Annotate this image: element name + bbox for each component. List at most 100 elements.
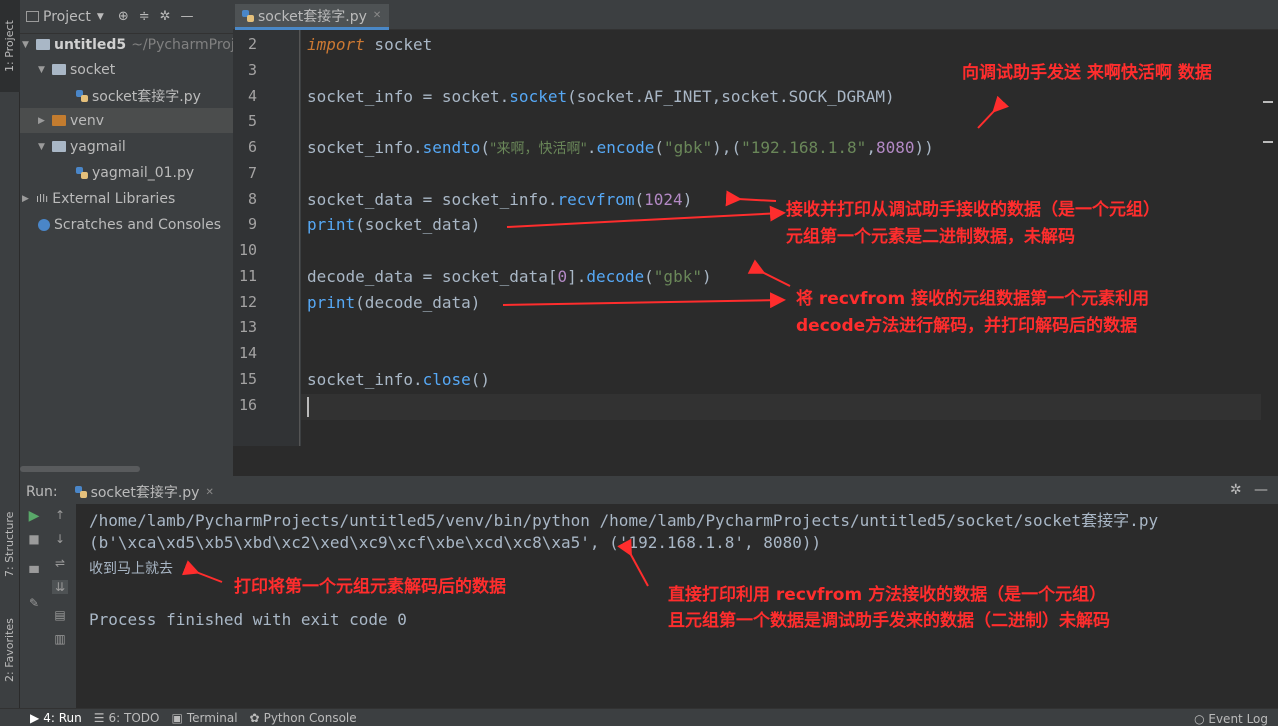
editor-scrollbar[interactable] [1261,30,1278,446]
run-toolbar: ▶ ↑ ■ ↓ ⇌ ▀ ⇊ ✎ ▤ ▥ [20,504,76,708]
chevron-right-icon: ▶ [38,115,45,126]
tree-item-untitled5[interactable]: ▼ untitled5 ~/PycharmProje [22,32,243,57]
pin-icon[interactable]: ✎ [26,596,42,610]
bottom-tool-bar: ▶ 4: Run ☰ 6: TODO ▣ Terminal ✿ Python Conso… [0,708,1278,726]
project-view-icon [26,11,39,22]
line-number: 9 [247,215,257,233]
line-number: 4 [247,87,257,105]
close-icon[interactable]: ✕ [205,487,213,498]
tree-item-label: venv [70,112,105,129]
code-line-12: print(decode_data) [307,293,481,312]
line-number: 15 [238,370,257,388]
locate-icon[interactable]: ⊕ [118,9,129,24]
event-log-button[interactable]: ○ Event Log [1194,712,1268,726]
line-number: 11 [238,267,257,285]
chevron-down-icon: ▼ [38,64,45,75]
folder-icon [52,64,66,75]
tree-item-label: yagmail [70,138,126,155]
scroll-to-end-icon[interactable]: ⇊ [52,580,68,594]
code-line-4: socket_info = socket.socket(socket.AF_IN… [307,87,895,106]
rerun-icon[interactable]: ▶ [26,508,42,524]
run-label: Run: [26,484,58,500]
left-tool-strip: 1: Project 7: Structure 2: Favorites [0,0,20,708]
annotation-recv-2: 元组第一个元素是二进制数据，未解码 [786,227,1075,247]
line-number: 6 [247,138,257,156]
current-line-highlight [301,394,1261,420]
scroll-marker [1263,101,1273,103]
horizontal-scrollbar[interactable] [20,466,140,472]
project-tool-tab-label: 1: Project [3,20,16,72]
scroll-up-icon[interactable]: ↑ [52,508,68,522]
code-line-8: socket_data = socket_info.recvfrom(1024) [307,190,693,209]
annotation-print-raw-2: 且元组第一个数据是调试助手发来的数据（二进制）未解码 [668,611,1110,631]
tree-item-label: yagmail_01.py [92,164,195,181]
python-file-icon [75,166,89,180]
code-line-6: socket_info.sendto("来啊，快活啊".encode("gbk"… [307,138,934,157]
tree-item-label: untitled5 [54,36,127,53]
editor-tab-socket-py[interactable]: socket套接字.py ✕ [235,4,390,30]
folder-icon [52,141,66,152]
console-line: (b'\xca\xd5\xb5\xbd\xc2\xed\xc9\xcf\xbe\… [89,533,822,552]
line-number: 8 [247,190,257,208]
gear-icon[interactable]: ✲ [160,9,171,24]
run-tool-button[interactable]: ▶ 4: Run [30,711,82,725]
terminal-icon: ▣ [171,710,183,725]
scratches-icon [38,218,50,231]
minimize-icon[interactable]: — [1254,482,1268,498]
print-icon[interactable]: ▤ [52,608,68,622]
stop-icon[interactable]: ■ [26,532,42,546]
line-number: 12 [238,293,257,311]
line-number-gutter: 2 3 4 5 6 7 8 9 10 11 12 13 14 15 16 [233,30,300,446]
structure-tool-tab[interactable]: 7: Structure [0,505,20,605]
code-line-11: decode_data = socket_data[0].decode("gbk… [307,267,712,286]
code-editor[interactable]: import socket socket_info = socket.socke… [301,30,1261,446]
project-panel: Project ▼ ⊕ ≑ ✲ — ▼ untitled5 ~/PycharmP… [20,0,243,476]
text-caret [307,397,309,417]
tree-item-socket-py[interactable]: socket套接字.py [75,83,201,108]
annotation-send: 向调试助手发送 来啊快活啊 数据 [962,63,1212,83]
terminal-tool-button[interactable]: ▣ Terminal [171,711,237,725]
tree-item-socket[interactable]: ▼ socket [38,57,115,82]
code-line-15: socket_info.close() [307,370,491,389]
line-number: 3 [247,61,257,79]
line-number: 10 [238,241,257,259]
python-console-tool-button[interactable]: ✿ Python Console [250,711,357,725]
tree-item-venv[interactable]: ▶ venv [20,108,233,133]
layout-icon[interactable]: ▀ [26,566,42,580]
tree-item-label: socket [70,61,116,78]
code-line-2: import socket [307,35,433,54]
structure-tool-tab-label: 7: Structure [3,511,16,577]
tree-item-yagmail-01-py[interactable]: yagmail_01.py [75,160,194,185]
chevron-down-icon: ▼ [38,141,45,152]
collapse-all-icon[interactable]: ≑ [139,9,150,24]
tree-item-scratches[interactable]: Scratches and Consoles [38,212,221,237]
minimize-icon[interactable]: — [181,9,194,24]
chevron-down-icon[interactable]: ▼ [97,12,104,22]
tree-item-external-libraries[interactable]: ▶ ıllı External Libraries [22,186,175,211]
annotation-print-decoded: 打印将第一个元组元素解码后的数据 [234,577,506,597]
console-line: Process finished with exit code 0 [89,610,407,629]
close-icon[interactable]: ✕ [373,10,381,21]
trash-icon[interactable]: ▥ [52,632,68,646]
soft-wrap-icon[interactable]: ⇌ [52,556,68,570]
code-line-9: print(socket_data) [307,215,481,234]
favorites-tool-tab[interactable]: 2: Favorites [0,612,20,704]
line-number: 5 [247,112,257,130]
project-view-selector[interactable]: Project [43,9,91,25]
editor-empty-area [233,446,1278,476]
scroll-down-icon[interactable]: ↓ [52,532,68,546]
console-line: 收到马上就去 [89,561,173,577]
tree-item-yagmail[interactable]: ▼ yagmail [38,134,126,159]
gear-icon[interactable]: ✲ [1230,482,1242,498]
chevron-right-icon: ▶ [22,193,29,204]
project-tool-tab[interactable]: 1: Project [0,0,20,92]
line-number: 2 [247,35,257,53]
line-number: 16 [238,396,257,414]
annotation-print-raw-1: 直接打印利用 recvfrom 方法接收的数据（是一个元组） [668,585,1107,605]
project-panel-header: Project ▼ ⊕ ≑ ✲ — [20,0,233,34]
tree-item-label: External Libraries [52,190,176,207]
run-tab-socket-py[interactable]: socket套接字.py ✕ [74,482,214,502]
console-line: /home/lamb/PycharmProjects/untitled5/ven… [89,511,1159,530]
todo-tool-button[interactable]: ☰ 6: TODO [94,711,160,725]
annotation-decode-2: decode方法进行解码，并打印解码后的数据 [796,316,1138,336]
